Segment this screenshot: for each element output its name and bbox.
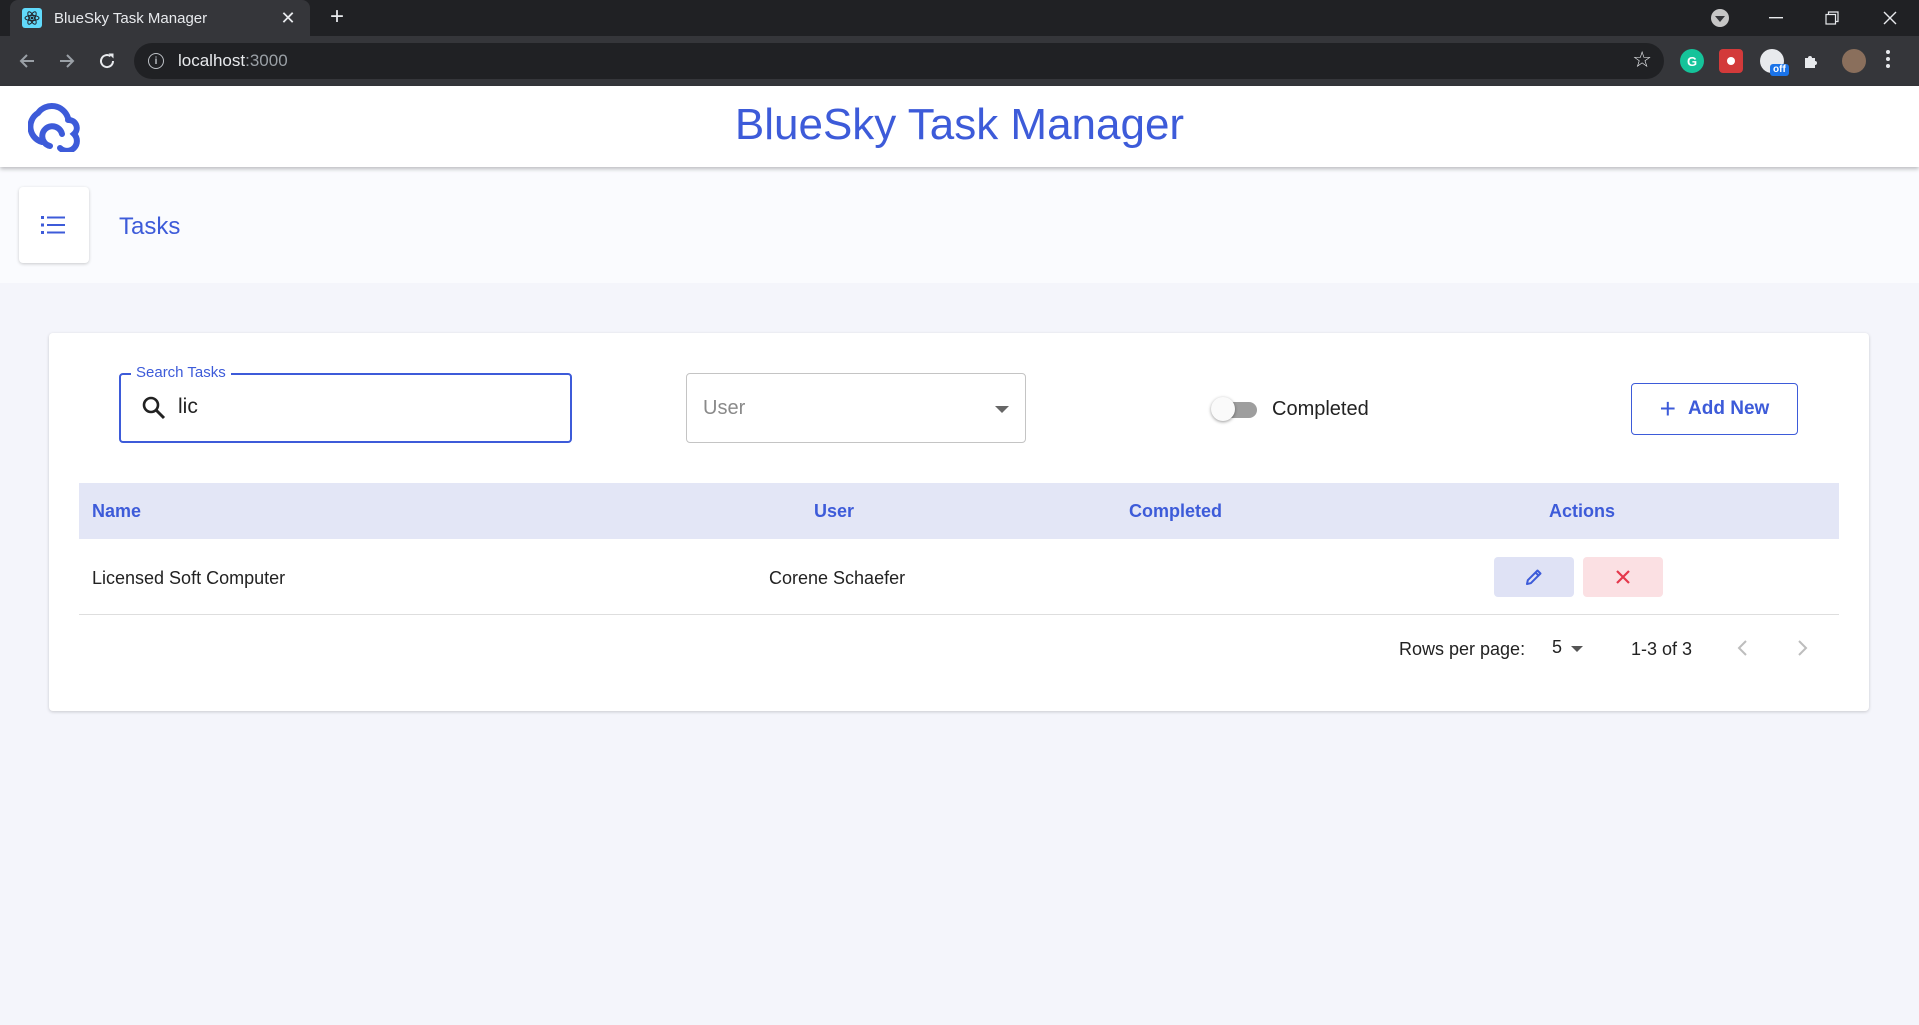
toggle-thumb (1211, 397, 1235, 421)
site-info-icon[interactable]: i (148, 53, 164, 69)
tab-close-icon[interactable]: ✕ (278, 8, 298, 29)
forward-icon[interactable] (54, 48, 80, 74)
table-header: Name User Completed Actions (79, 483, 1839, 539)
rows-per-page-select[interactable]: 5 (1552, 637, 1562, 658)
new-tab-button[interactable]: + (324, 5, 350, 31)
pencil-icon (1526, 569, 1542, 585)
profile-avatar-icon[interactable] (1842, 49, 1866, 73)
plus-icon: + (1659, 393, 1677, 424)
browser-tab-strip: BlueSky Task Manager ✕ + (0, 0, 1919, 36)
add-new-button[interactable]: + Add New (1631, 383, 1798, 435)
column-header-actions: Actions (1549, 501, 1616, 521)
window-close-icon[interactable] (1862, 0, 1918, 36)
search-label: Search Tasks (131, 364, 231, 381)
chevron-right-icon (1798, 640, 1808, 656)
react-favicon-icon (22, 8, 42, 28)
rows-per-page-label: Rows per page: (1399, 639, 1526, 659)
app-header: BlueSky Task Manager (0, 86, 1919, 167)
table-row: Licensed Soft Computer Corene Schaefer (79, 539, 1839, 615)
address-bar[interactable]: i localhost :3000 ☆ (134, 43, 1664, 79)
back-icon[interactable] (14, 48, 40, 74)
next-page-button[interactable] (1787, 633, 1817, 663)
previous-page-button[interactable] (1728, 633, 1758, 663)
bookmark-star-icon[interactable]: ☆ (1632, 49, 1652, 71)
user-placeholder: User (703, 397, 746, 419)
user-select[interactable]: User (686, 373, 1026, 443)
extension-off-badge: off (1770, 64, 1789, 76)
tab-search-icon[interactable] (1711, 9, 1729, 27)
search-icon (142, 396, 166, 420)
red-extension-icon[interactable] (1719, 49, 1743, 73)
browser-toolbar: i localhost :3000 ☆ G off (0, 36, 1919, 86)
completed-toggle[interactable] (1211, 397, 1259, 421)
url-port: :3000 (245, 51, 288, 70)
add-new-label: Add New (1688, 398, 1770, 419)
app-title: BlueSky Task Manager (734, 100, 1185, 149)
tasks-card: Search Tasks lic User Completed + Add Ne… (49, 333, 1869, 711)
search-input[interactable]: Search Tasks lic (119, 364, 572, 443)
caret-down-icon (995, 406, 1009, 413)
task-name: Licensed Soft Computer (92, 568, 286, 588)
close-icon (1616, 570, 1630, 584)
caret-down-icon[interactable] (1571, 646, 1583, 652)
tab-title: BlueSky Task Manager (54, 9, 208, 27)
minimize-icon[interactable] (1748, 0, 1804, 36)
page-toolbar: Tasks (0, 167, 1919, 283)
restore-icon[interactable] (1804, 0, 1860, 36)
column-header-completed[interactable]: Completed (1129, 501, 1222, 522)
delete-button[interactable] (1583, 557, 1663, 597)
column-header-name[interactable]: Name (92, 501, 141, 522)
page-title: Tasks (119, 213, 181, 240)
extensions-puzzle-icon[interactable] (1800, 49, 1824, 73)
search-value: lic (178, 395, 198, 418)
reload-icon[interactable] (94, 48, 120, 74)
task-user: Corene Schaefer (769, 568, 906, 588)
edit-button[interactable] (1494, 557, 1574, 597)
chevron-left-icon (1737, 640, 1747, 656)
browser-tab[interactable]: BlueSky Task Manager ✕ (10, 0, 310, 36)
url-host: localhost (178, 51, 246, 70)
completed-label: Completed (1272, 398, 1369, 420)
list-icon (41, 216, 65, 234)
browser-menu-icon[interactable] (1886, 50, 1892, 71)
menu-button[interactable] (19, 187, 89, 263)
grammarly-extension-icon[interactable]: G (1680, 49, 1704, 73)
pagination-range: 1-3 of 3 (1631, 639, 1693, 659)
ghost-extension-icon[interactable]: off (1760, 49, 1789, 76)
column-header-user[interactable]: User (814, 501, 854, 522)
